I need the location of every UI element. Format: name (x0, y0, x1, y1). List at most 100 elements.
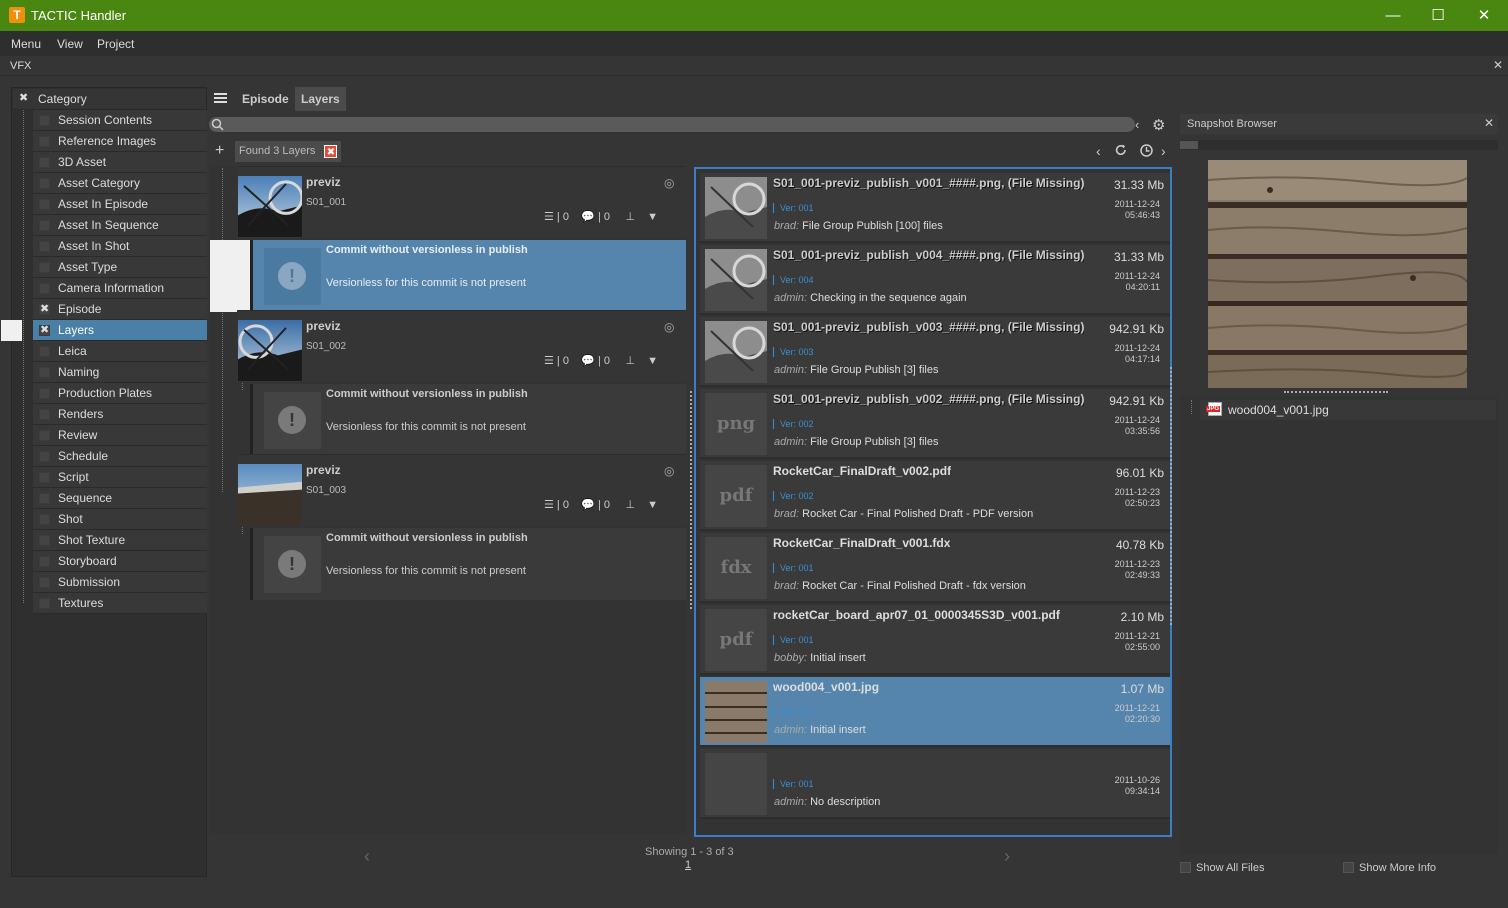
close-button[interactable]: ✕ (1461, 0, 1507, 31)
add-icon[interactable]: + (215, 142, 224, 160)
category-item[interactable]: Review (33, 425, 207, 446)
category-checkbox[interactable] (39, 157, 50, 168)
category-checkbox[interactable] (39, 302, 50, 315)
category-item[interactable]: Asset In Sequence (33, 215, 207, 236)
category-item[interactable]: Shot Texture (33, 530, 207, 551)
category-checkbox[interactable] (39, 556, 50, 567)
category-item[interactable]: Episode (33, 299, 207, 320)
category-checkbox[interactable] (39, 451, 50, 462)
category-checkbox[interactable] (39, 367, 50, 378)
refresh-icon[interactable] (1114, 143, 1128, 160)
category-checkbox[interactable] (39, 514, 50, 525)
search-input[interactable] (209, 117, 1135, 132)
snapshot-scrollbar[interactable] (1180, 140, 1498, 150)
category-header[interactable]: Category (13, 89, 206, 110)
category-item[interactable]: Layers (33, 320, 207, 341)
category-item[interactable]: Asset In Episode (33, 194, 207, 215)
category-checkbox[interactable] (39, 409, 50, 420)
tasks-icon[interactable]: ☰ (544, 499, 554, 511)
hierarchy-icon[interactable]: ⊥ (625, 499, 635, 511)
remove-tag-icon[interactable]: ✖ (324, 145, 338, 158)
snapshot-row[interactable]: pdf rocketCar_board_apr07_01_0000345S3D_v… (700, 605, 1170, 675)
category-checkbox[interactable] (39, 220, 50, 231)
category-checkbox[interactable] (39, 346, 50, 357)
category-item[interactable]: 3D Asset (33, 152, 207, 173)
chevron-down-icon[interactable]: ▼ (647, 211, 658, 223)
snapshot-row[interactable]: S01_001-previz_publish_v004_####.png, (F… (700, 245, 1170, 315)
menu-project[interactable]: Project (97, 37, 134, 51)
category-item[interactable]: Naming (33, 362, 207, 383)
category-item[interactable]: Sequence (33, 488, 207, 509)
category-item[interactable]: Leica (33, 341, 207, 362)
eye-slash-icon[interactable]: ◎ (664, 176, 674, 190)
snapshot-row[interactable]: pdf RocketCar_FinalDraft_v002.pdf 96.01 Kb… (700, 461, 1170, 531)
hierarchy-icon[interactable]: ⊥ (625, 211, 635, 223)
minimize-button[interactable]: — (1370, 0, 1416, 31)
tasks-icon[interactable]: ☰ (544, 211, 554, 223)
chevron-down-icon[interactable]: ▼ (647, 499, 658, 511)
category-item[interactable]: Schedule (33, 446, 207, 467)
category-item[interactable]: Production Plates (33, 383, 207, 404)
menu-view[interactable]: View (57, 37, 83, 51)
category-checkbox[interactable] (39, 178, 50, 189)
tasks-icon[interactable]: ☰ (544, 355, 554, 367)
snapshot-browser-close-icon[interactable]: ✕ (1484, 116, 1494, 130)
category-item[interactable]: Reference Images (33, 131, 207, 152)
category-checkbox[interactable] (39, 577, 50, 588)
category-item[interactable]: Script (33, 467, 207, 488)
history-icon[interactable] (1139, 143, 1154, 161)
category-item[interactable]: Asset Category (33, 173, 207, 194)
category-item[interactable]: Asset In Shot (33, 236, 207, 257)
layer-card[interactable]: previz S01_002 ◎ ☰ | 0 💬 | 0 ⊥ ▼ (237, 310, 686, 382)
category-checkbox[interactable] (39, 323, 50, 336)
layer-card[interactable]: previz S01_001 ◎ ☰ | 0 💬 | 0 ⊥ ▼ (237, 166, 686, 238)
category-item[interactable]: Renders (33, 404, 207, 425)
category-checkbox[interactable] (39, 535, 50, 546)
prev-icon[interactable]: ‹ (1096, 143, 1101, 159)
page-next-icon[interactable]: › (1004, 846, 1010, 867)
commit-warning-card[interactable]: ! Commit without versionless in publish Ve… (250, 240, 686, 312)
eye-slash-icon[interactable]: ◎ (664, 320, 674, 334)
show-all-files-checkbox[interactable]: Show All Files (1180, 862, 1264, 874)
category-item[interactable]: Textures (33, 593, 207, 614)
project-close-icon[interactable]: ✕ (1493, 58, 1503, 72)
snapshot-row[interactable]: S01_001-previz_publish_v001_####.png, (F… (700, 173, 1170, 243)
category-checkbox[interactable] (39, 199, 50, 210)
page-number[interactable]: 1 (685, 859, 691, 871)
notes-icon[interactable]: 💬 (581, 499, 595, 511)
file-item[interactable]: JPG wood004_v001.jpg (1200, 400, 1496, 420)
snapshot-row[interactable]: Ver: 001 2011-10-26 09:34:14 admin: No desc… (700, 749, 1170, 819)
commit-warning-card[interactable]: ! Commit without versionless in publish Ve… (250, 528, 686, 600)
snapshot-row[interactable]: S01_001-previz_publish_v003_####.png, (F… (700, 317, 1170, 387)
layer-card[interactable]: previz S01_003 ◎ ☰ | 0 💬 | 0 ⊥ ▼ (237, 454, 686, 526)
category-item[interactable]: Shot (33, 509, 207, 530)
snapshot-row[interactable]: wood004_v001.jpg 1.07 Mb Ver: 001 2011-12-2… (700, 677, 1170, 747)
maximize-button[interactable]: ☐ (1415, 0, 1461, 31)
category-checkbox[interactable] (39, 283, 50, 294)
category-checkbox[interactable] (39, 262, 50, 273)
category-checkbox[interactable] (39, 115, 50, 126)
category-item[interactable]: Camera Information (33, 278, 207, 299)
chevron-down-icon[interactable]: ▼ (647, 355, 658, 367)
tab-episode[interactable]: Episode (236, 87, 295, 111)
category-item[interactable]: Asset Type (33, 257, 207, 278)
category-checkbox[interactable] (39, 136, 50, 147)
page-prev-icon[interactable]: ‹ (364, 846, 370, 867)
category-checkbox[interactable] (39, 388, 50, 399)
snapshot-row[interactable]: png S01_001-previz_publish_v002_####.png,… (700, 389, 1170, 459)
category-item[interactable]: Session Contents (33, 110, 207, 131)
category-checkbox[interactable] (39, 241, 50, 252)
category-checkbox[interactable] (39, 493, 50, 504)
category-checkbox[interactable] (39, 472, 50, 483)
snapshot-row[interactable]: fdx RocketCar_FinalDraft_v001.fdx 40.78 Kb… (700, 533, 1170, 603)
category-item[interactable]: Submission (33, 572, 207, 593)
next-icon[interactable]: › (1161, 143, 1166, 159)
menu-menu[interactable]: Menu (11, 37, 41, 51)
notes-icon[interactable]: 💬 (581, 355, 595, 367)
commit-warning-card[interactable]: ! Commit without versionless in publish Ve… (250, 384, 686, 456)
show-more-info-checkbox[interactable]: Show More Info (1343, 862, 1436, 874)
category-checkbox[interactable] (39, 430, 50, 441)
notes-icon[interactable]: 💬 (581, 211, 595, 223)
hierarchy-icon[interactable]: ⊥ (625, 355, 635, 367)
gear-icon[interactable]: ⚙ (1152, 116, 1165, 134)
